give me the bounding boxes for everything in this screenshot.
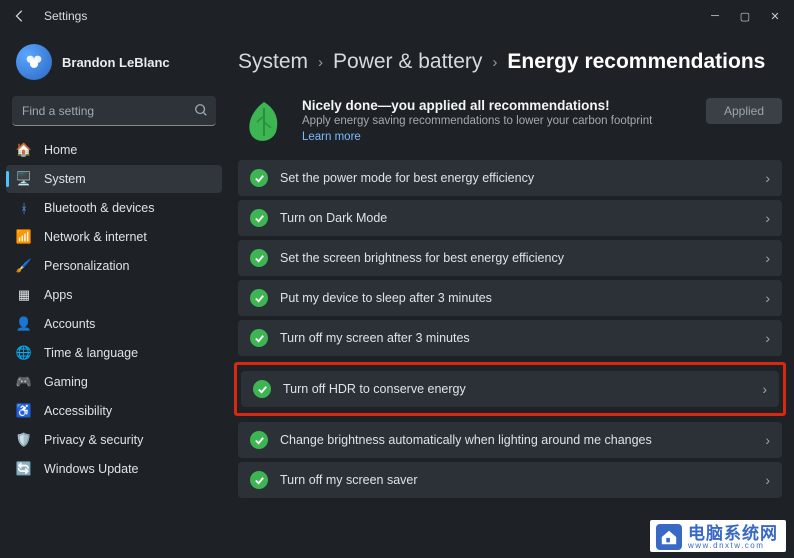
recommendation-item[interactable]: Set the screen brightness for best energ… [238,240,782,276]
back-button[interactable] [12,8,28,24]
recommendation-label: Set the screen brightness for best energ… [280,251,765,265]
recommendation-label: Set the power mode for best energy effic… [280,171,765,185]
chevron-right-icon: › [765,472,770,488]
user-profile[interactable]: Brandon LeBlanc [6,40,222,96]
chevron-right-icon: › [765,290,770,306]
nav-item-network[interactable]: 📶Network & internet [6,223,222,251]
privacy-icon: 🛡️ [16,432,32,448]
applied-button[interactable]: Applied [706,98,782,124]
check-icon [253,380,271,398]
breadcrumb-power[interactable]: Power & battery [333,50,482,74]
check-icon [250,329,268,347]
nav-item-system[interactable]: 🖥️System [6,165,222,193]
nav-item-home[interactable]: 🏠Home [6,136,222,164]
breadcrumb-current: Energy recommendations [507,50,765,74]
recommendations-list: Set the power mode for best energy effic… [238,160,782,498]
recommendation-label: Turn off my screen after 3 minutes [280,331,765,345]
breadcrumb: System › Power & battery › Energy recomm… [238,50,782,74]
search-icon [194,103,208,122]
recommendation-label: Change brightness automatically when lig… [280,433,765,447]
title-bar: Settings ─ ▢ ✕ [0,0,794,32]
nav-item-personalization[interactable]: 🖌️Personalization [6,252,222,280]
user-name: Brandon LeBlanc [62,55,170,70]
watermark: 电脑系统网 www.dnxtw.com [650,520,786,552]
nav-item-accessibility[interactable]: ♿Accessibility [6,397,222,425]
personalization-icon: 🖌️ [16,258,32,274]
recommendation-item[interactable]: Turn off HDR to conserve energy › [241,371,779,407]
close-button[interactable]: ✕ [760,2,790,30]
chevron-right-icon: › [492,54,497,71]
check-icon [250,249,268,267]
watermark-logo-icon [656,524,682,550]
time-icon: 🌐 [16,345,32,361]
network-icon: 📶 [16,229,32,245]
chevron-right-icon: › [762,381,767,397]
minimize-button[interactable]: ─ [700,2,730,30]
gaming-icon: 🎮 [16,374,32,390]
leaf-icon [240,98,288,146]
nav-item-accounts[interactable]: 👤Accounts [6,310,222,338]
avatar [16,44,52,80]
check-icon [250,169,268,187]
nav-item-gaming[interactable]: 🎮Gaming [6,368,222,396]
check-icon [250,431,268,449]
recommendation-item[interactable]: Turn on Dark Mode › [238,200,782,236]
hero-title: Nicely done—you applied all recommendati… [302,98,692,113]
chevron-right-icon: › [765,210,770,226]
check-icon [250,209,268,227]
nav-item-update[interactable]: 🔄Windows Update [6,455,222,483]
nav-item-time[interactable]: 🌐Time & language [6,339,222,367]
recommendation-label: Turn off HDR to conserve energy [283,382,762,396]
nav-list: 🏠Home 🖥️System ᚼBluetooth & devices 📶Net… [6,136,222,483]
recommendation-item[interactable]: Set the power mode for best energy effic… [238,160,782,196]
chevron-right-icon: › [765,432,770,448]
bluetooth-icon: ᚼ [16,200,32,216]
check-icon [250,471,268,489]
recommendation-item[interactable]: Turn off my screen saver › [238,462,782,498]
maximize-button[interactable]: ▢ [730,2,760,30]
recommendation-item[interactable]: Turn off my screen after 3 minutes › [238,320,782,356]
breadcrumb-system[interactable]: System [238,50,308,74]
watermark-text: 电脑系统网 [688,525,778,542]
hero-subtitle: Apply energy saving recommendations to l… [302,115,692,127]
nav-item-apps[interactable]: ▦Apps [6,281,222,309]
sidebar: Brandon LeBlanc 🏠Home 🖥️System ᚼBluetoot… [0,32,228,558]
chevron-right-icon: › [765,330,770,346]
chevron-right-icon: › [765,170,770,186]
system-icon: 🖥️ [16,171,32,187]
recommendation-label: Turn on Dark Mode [280,211,765,225]
recommendation-label: Put my device to sleep after 3 minutes [280,291,765,305]
accounts-icon: 👤 [16,316,32,332]
update-icon: 🔄 [16,461,32,477]
home-icon: 🏠 [16,142,32,158]
chevron-right-icon: › [765,250,770,266]
nav-item-bluetooth[interactable]: ᚼBluetooth & devices [6,194,222,222]
watermark-url: www.dnxtw.com [688,542,778,550]
window-controls: ─ ▢ ✕ [700,2,790,30]
hero-banner: Nicely done—you applied all recommendati… [238,94,782,160]
accessibility-icon: ♿ [16,403,32,419]
recommendation-item[interactable]: Put my device to sleep after 3 minutes › [238,280,782,316]
nav-item-privacy[interactable]: 🛡️Privacy & security [6,426,222,454]
main-content: System › Power & battery › Energy recomm… [228,32,794,558]
search-input[interactable] [12,96,216,126]
app-title: Settings [44,9,87,23]
apps-icon: ▦ [16,287,32,303]
recommendation-item[interactable]: Change brightness automatically when lig… [238,422,782,458]
check-icon [250,289,268,307]
highlighted-recommendation: Turn off HDR to conserve energy › [234,362,786,416]
chevron-right-icon: › [318,54,323,71]
recommendation-label: Turn off my screen saver [280,473,765,487]
learn-more-link[interactable]: Learn more [302,131,361,143]
